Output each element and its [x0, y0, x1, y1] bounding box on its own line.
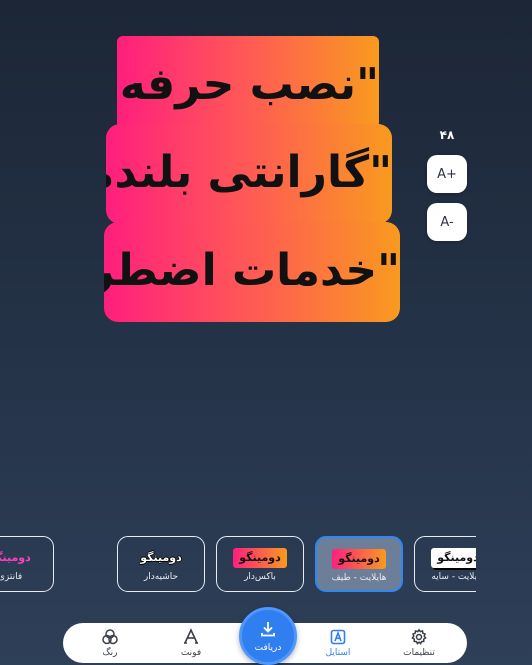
style-icon	[329, 628, 347, 646]
download-icon	[259, 620, 277, 642]
nav-style[interactable]: استایل	[308, 626, 368, 660]
poster-line-2[interactable]: "گارانتی بلندمدت" و	[106, 124, 392, 224]
nav-settings-label: تنظیمات	[403, 648, 435, 658]
style-preview: دومینگو	[233, 548, 287, 568]
style-card-highlight-gradient[interactable]: دومینگو هایلایت - طیف	[315, 536, 403, 592]
style-preview: دومینگو	[140, 551, 182, 564]
decrease-font-size-label: A-	[440, 214, 454, 230]
style-card-highlight-shadow[interactable]: دومینگو هایلایت - سایه	[414, 536, 476, 592]
style-label: فانتزی	[0, 572, 23, 582]
increase-font-size-button[interactable]: A+	[427, 155, 467, 193]
style-preview: دومینگو	[431, 548, 476, 568]
style-label: باکس‌دار	[244, 572, 276, 582]
style-label: هایلایت - طیف	[331, 573, 387, 583]
nav-font-label: فونت	[180, 648, 202, 658]
poster-line-1[interactable]: "نصب حرفه ای"،	[117, 36, 379, 136]
poster-line-3[interactable]: "خدمات اضطراری"	[104, 222, 400, 322]
download-label: دریافت	[254, 642, 282, 653]
nav-font[interactable]: فونت	[161, 626, 221, 660]
style-card-fantasy[interactable]: دومینگو فانتزی	[0, 536, 54, 592]
palette-icon	[101, 628, 119, 646]
style-card-boxed[interactable]: دومینگو باکس‌دار	[216, 536, 304, 592]
download-button[interactable]: دریافت	[239, 607, 297, 665]
decrease-font-size-button[interactable]: A-	[427, 203, 467, 241]
font-icon	[182, 628, 200, 646]
font-size-value: ۴۸	[439, 128, 455, 142]
style-carousel[interactable]: دومینگو فانتزی دومینگو حاشیه‌دار دومینگو…	[0, 535, 476, 597]
nav-style-label: استایل	[325, 648, 351, 658]
nav-color[interactable]: رنگ	[80, 626, 140, 660]
style-preview: دومینگو	[332, 549, 386, 569]
style-label: هایلایت - سایه	[431, 572, 476, 582]
increase-font-size-label: A+	[437, 166, 457, 182]
style-preview: دومینگو	[0, 551, 31, 564]
nav-color-label: رنگ	[102, 648, 118, 658]
style-card-outline[interactable]: دومینگو حاشیه‌دار	[117, 536, 205, 592]
gear-icon	[410, 628, 428, 646]
style-label: حاشیه‌دار	[143, 572, 179, 582]
nav-settings[interactable]: تنظیمات	[389, 626, 449, 660]
